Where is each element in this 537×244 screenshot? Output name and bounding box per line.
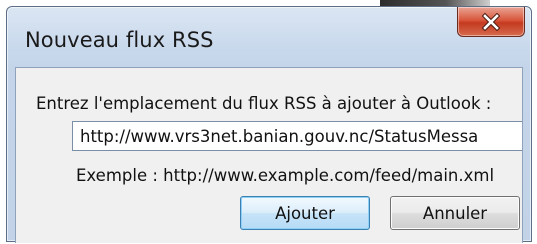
feed-location-label: Entrez l'emplacement du flux RSS à ajout… — [36, 94, 492, 113]
dialog-body: Entrez l'emplacement du flux RSS à ajout… — [15, 67, 523, 243]
close-icon — [482, 12, 500, 31]
cancel-button[interactable]: Annuler — [390, 196, 520, 230]
title-bar[interactable]: Nouveau flux RSS — [7, 7, 531, 67]
add-button[interactable]: Ajouter — [240, 196, 370, 230]
new-rss-feed-dialog: Nouveau flux RSS Entrez l'emplacement du… — [6, 6, 532, 243]
close-button[interactable] — [457, 7, 525, 37]
feed-url-input[interactable] — [72, 121, 522, 151]
dialog-title: Nouveau flux RSS — [25, 28, 214, 52]
example-url-text: Exemple : http://www.example.com/feed/ma… — [76, 166, 495, 185]
